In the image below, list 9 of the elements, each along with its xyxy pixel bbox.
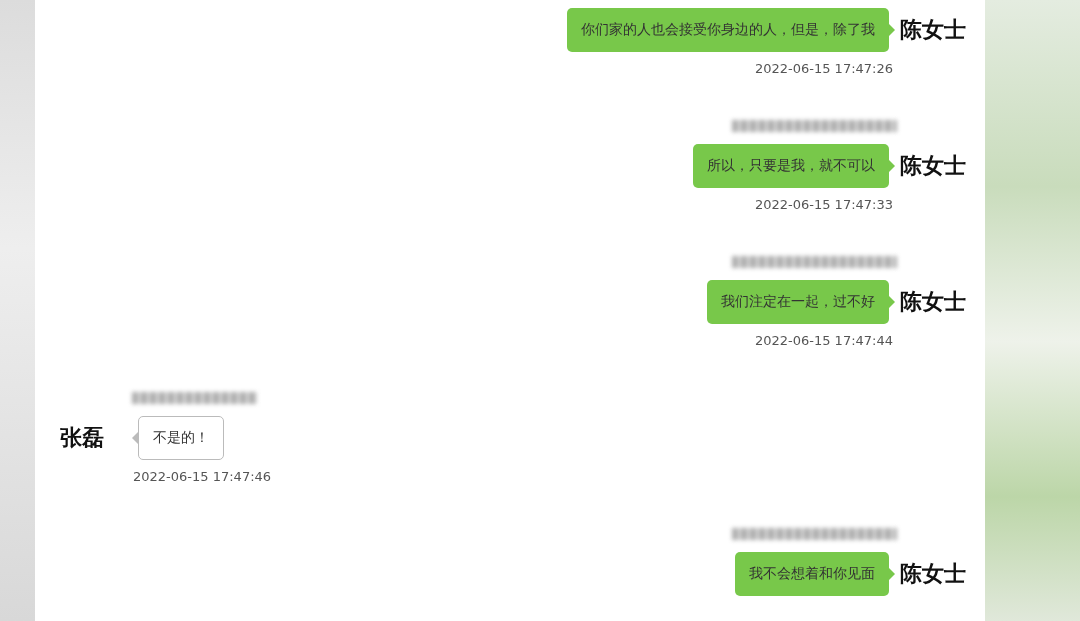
sender-name: 陈女士: [899, 151, 967, 180]
sender-name: 张磊: [60, 423, 105, 452]
sender-name: 陈女士: [899, 15, 967, 44]
sender-name: 陈女士: [899, 287, 967, 316]
timestamp: 2022-06-15 17:47:26: [754, 60, 893, 78]
timestamp: 2022-06-15 17:47:44: [754, 332, 893, 350]
timestamp: 2022-06-15 17:47:46: [133, 468, 272, 486]
timestamp: 2022-06-15 17:47:33: [754, 196, 893, 214]
sender-name: 陈女士: [899, 559, 967, 588]
